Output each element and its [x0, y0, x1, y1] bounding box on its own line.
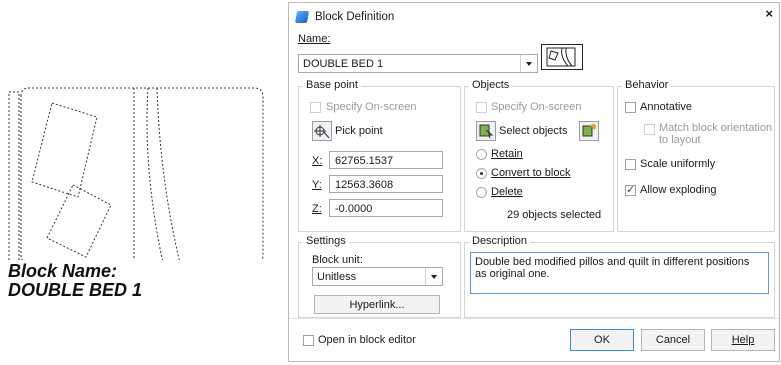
block-definition-dialog: Block Definition × Name: DOUBLE BED 1 Ba… — [288, 2, 780, 362]
annotative-checkbox[interactable] — [625, 102, 636, 113]
objects-specify-onscreen-checkbox[interactable] — [476, 102, 487, 113]
cad-drawing-area: Block Name: DOUBLE BED 1 — [0, 0, 285, 365]
title-bar[interactable]: Block Definition × — [289, 3, 779, 31]
y-field[interactable]: 12563.3608 — [329, 175, 443, 193]
dialog-title: Block Definition — [315, 11, 395, 23]
objects-count-text: 29 objects selected — [507, 209, 602, 221]
retain-radio[interactable] — [476, 149, 487, 160]
close-icon[interactable]: × — [765, 6, 773, 21]
hyperlink-button[interactable]: Hyperlink... — [314, 295, 440, 314]
chevron-down-icon[interactable] — [520, 55, 537, 72]
delete-label: Delete — [491, 186, 523, 198]
scale-uniformly-label: Scale uniformly — [640, 158, 716, 170]
name-label: Name: — [298, 33, 331, 45]
quick-select-icon[interactable] — [579, 121, 599, 141]
match-orientation-label-1: Match block orientation — [659, 122, 773, 134]
description-text: Double bed modified pillos and quilt in … — [475, 256, 750, 280]
autocad-app-icon — [294, 11, 310, 23]
settings-title: Settings — [303, 235, 349, 247]
block-unit-label: Block unit: — [312, 254, 363, 266]
y-value: 12563.3608 — [335, 179, 394, 191]
description-textarea[interactable]: Double bed modified pillos and quilt in … — [470, 252, 769, 294]
z-value: -0.0000 — [335, 203, 373, 215]
open-in-editor-label: Open in block editor — [318, 334, 416, 346]
annotative-label: Annotative — [640, 101, 692, 113]
ok-button[interactable]: OK — [570, 329, 634, 351]
objects-title: Objects — [469, 79, 513, 91]
double-bed-drawing — [8, 87, 264, 265]
retain-label: Retain — [491, 148, 523, 160]
base-specify-onscreen-checkbox[interactable] — [310, 102, 321, 113]
chevron-down-icon[interactable] — [425, 268, 442, 285]
x-value: 62765.1537 — [335, 155, 394, 167]
x-field[interactable]: 62765.1537 — [329, 151, 443, 169]
match-orientation-label-2: to layout — [659, 134, 701, 146]
help-button[interactable]: Help — [711, 329, 775, 351]
description-title: Description — [469, 235, 531, 247]
block-name-caption: Block Name: DOUBLE BED 1 — [8, 262, 142, 300]
footer-separator — [289, 318, 779, 319]
match-orientation-checkbox[interactable] — [644, 124, 655, 135]
objects-specify-onscreen-label: Specify On-screen — [491, 101, 582, 113]
behavior-title: Behavior — [622, 79, 672, 91]
block-unit-value: Unitless — [317, 271, 357, 283]
base-specify-onscreen-label: Specify On-screen — [326, 101, 417, 113]
select-objects-icon[interactable] — [476, 121, 496, 141]
block-unit-select[interactable]: Unitless — [312, 267, 443, 286]
pick-point-icon[interactable] — [312, 121, 332, 141]
allow-exploding-checkbox[interactable] — [625, 183, 636, 196]
name-combobox[interactable]: DOUBLE BED 1 — [298, 54, 538, 73]
name-value: DOUBLE BED 1 — [303, 58, 384, 70]
select-objects-label[interactable]: Select objects — [499, 125, 567, 137]
z-field[interactable]: -0.0000 — [329, 199, 443, 217]
pick-point-label[interactable]: Pick point — [335, 125, 383, 137]
y-label: Y: — [312, 179, 322, 191]
scale-uniformly-checkbox[interactable] — [625, 159, 636, 170]
cancel-button[interactable]: Cancel — [641, 329, 705, 351]
convert-to-block-label: Convert to block — [491, 167, 571, 179]
convert-to-block-radio[interactable] — [476, 168, 487, 179]
block-preview-icon — [541, 44, 583, 70]
base-point-title: Base point — [303, 79, 361, 91]
z-label: Z: — [312, 203, 322, 215]
x-label: X: — [312, 155, 323, 167]
caption-line-1: Block Name: — [8, 261, 118, 281]
allow-exploding-label: Allow exploding — [640, 184, 717, 196]
delete-radio[interactable] — [476, 187, 487, 198]
open-in-editor-checkbox[interactable] — [303, 335, 314, 346]
caption-line-2: DOUBLE BED 1 — [8, 280, 143, 300]
